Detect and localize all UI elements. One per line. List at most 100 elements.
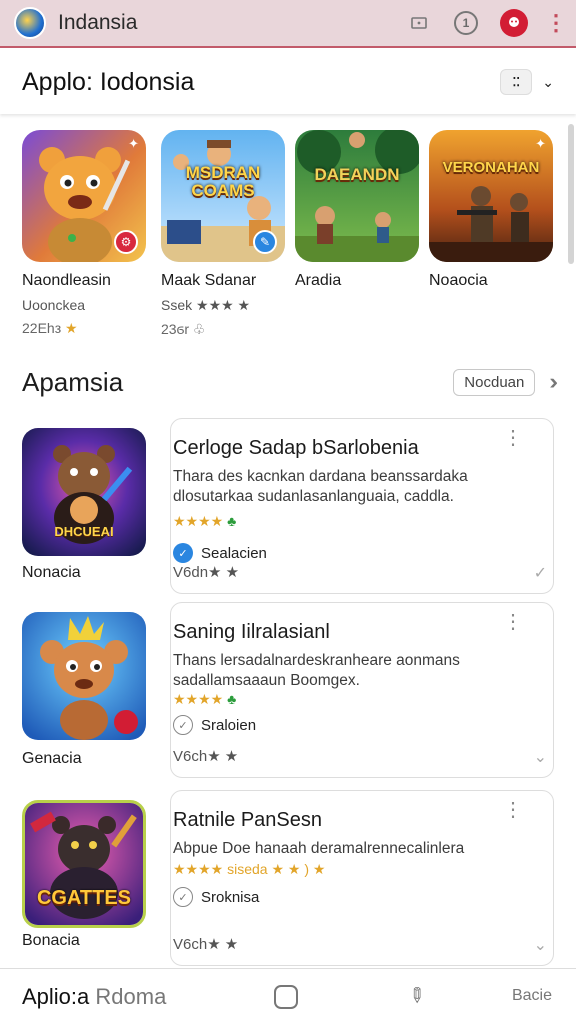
list-rating: ★★★★ siseda ★ ★ ) ★ — [173, 861, 325, 878]
bottom-bar-title[interactable]: Aplio:a Rdoma — [22, 984, 166, 1010]
rating-stars: ★★★★ siseda ★ ★ ) ★ — [173, 861, 326, 877]
sparkle-icon: ✦ — [535, 136, 546, 151]
section-header: Apamsia Nocduan ›› — [22, 362, 557, 402]
see-more-button[interactable]: Nocduan — [453, 368, 536, 396]
featured-app-icon[interactable]: ✦ ⚙ — [22, 130, 146, 262]
more-vertical-icon[interactable]: ⋮ — [545, 10, 567, 36]
featured-size: 23ϭr ♧ — [161, 321, 291, 338]
list-app-icon[interactable]: DHCUEAI — [22, 428, 146, 556]
section-title: Apamsia — [22, 366, 124, 397]
top-bar-icons: 1 ⋮ — [406, 9, 567, 37]
checkmark-icon[interactable]: ⌄ — [534, 935, 547, 955]
featured-name: Aradia — [295, 272, 342, 289]
list-icon-banner: CGATTES — [36, 887, 132, 909]
clock-icon[interactable]: 1 — [454, 11, 478, 35]
list-meta: V6ch★ ★ — [173, 748, 239, 765]
featured-card[interactable]: MSDRAN COAMS ✎ Maak Sdanar Ssek ★★★ ★ 23… — [161, 130, 291, 338]
bottom-bar: Aplio:a Rdoma ✎ Bacie — [0, 968, 576, 1024]
checkmark-icon[interactable]: ✓ — [534, 563, 547, 583]
list-app-icon[interactable] — [22, 612, 146, 740]
list-description: Thans lersadalnardeskranheare aonmans sa… — [173, 652, 460, 689]
bottom-bar-right-button[interactable]: Bacie — [512, 987, 552, 1005]
app-badge-icon: ⚙ — [114, 230, 138, 254]
app-root: Indansia 1 ⋮ Applo: Iodonsia ⁚⁚ ⌄ ✦ ⚙ Na… — [0, 0, 576, 1024]
list-detail-card[interactable]: Cerloge Sadap bSarlobenia ⋮ Thara des ka… — [170, 418, 554, 594]
verified-icon: ✓ — [173, 715, 193, 735]
top-bar-title: Indansia — [58, 11, 138, 34]
list-app-name: Genacia — [22, 750, 82, 767]
rating-stars: ★★★★ — [173, 691, 224, 707]
verified-icon: ✓ — [173, 543, 193, 563]
list-tag[interactable]: ✓ Sroknisa — [173, 887, 259, 907]
featured-app-icon[interactable]: VERONAHAN ✦ — [429, 130, 553, 262]
leaf-icon: ♣ — [227, 513, 237, 529]
featured-card[interactable]: ✦ ⚙ Naondleasin Uoonckea 22Ehз ★ — [22, 130, 152, 337]
app-badge-icon: ✎ — [253, 230, 277, 254]
top-bar: Indansia 1 ⋮ — [0, 0, 576, 48]
bottom-bar-title-b: Rdoma — [95, 983, 167, 1009]
list-app-name: Bonacia — [22, 932, 80, 949]
more-vertical-icon[interactable]: ⋮ — [503, 428, 523, 448]
list-icon-banner: DHCUEAI — [54, 524, 114, 539]
list-tag-label: Sraloien — [201, 716, 257, 734]
featured-card[interactable]: DAEANDN Aradia — [295, 130, 425, 290]
featured-banner: VERONAHAN — [442, 159, 540, 176]
list-meta: V6ch★ ★ — [173, 936, 239, 953]
verified-icon: ✓ — [173, 887, 193, 907]
list-item[interactable]: CGATTES Bonacia Ratnile PanSesn ⋮ Abpue … — [22, 790, 554, 980]
featured-banner: MSDRAN COAMS — [185, 163, 261, 200]
list-title: Cerloge Sadap bSarlobenia — [173, 437, 419, 459]
featured-app-icon[interactable]: MSDRAN COAMS ✎ — [161, 130, 285, 262]
featured-size: 22Ehз ★ — [22, 320, 152, 337]
profile-icon[interactable] — [500, 9, 528, 37]
list-tag[interactable]: ✓ Sealacien — [173, 543, 267, 563]
list-rating: ★★★★ ♣ — [173, 691, 236, 708]
featured-subtitle: Uoonckea — [22, 297, 86, 313]
edit-icon[interactable]: ✎ — [402, 981, 432, 1011]
controller-icon: ♧ — [192, 321, 206, 337]
app-logo-icon[interactable] — [14, 7, 46, 39]
featured-row: ✦ ⚙ Naondleasin Uoonckea 22Ehз ★ MSDRAN … — [22, 130, 562, 350]
featured-app-icon[interactable]: DAEANDN — [295, 130, 419, 262]
list-tag-label: Sroknisa — [201, 888, 260, 906]
view-toggle-button[interactable]: ⁚⁚ ⌄ — [500, 69, 554, 95]
list-item[interactable]: Genacia Saning Iilralasianl ⋮ Thans lers… — [22, 602, 554, 792]
scrollbar[interactable] — [568, 124, 574, 264]
list-description: Thara des kacnkan dardana beanssardaka d… — [173, 468, 468, 505]
featured-card[interactable]: VERONAHAN ✦ Noaocia — [429, 130, 559, 290]
chevron-down-icon: ⌄ — [542, 73, 554, 90]
rating-stars: ★★★★ — [173, 513, 224, 529]
list-rating: ★★★★ ♣ — [173, 513, 236, 530]
list-app-name: Nonacia — [22, 564, 81, 581]
list-app-icon[interactable]: CGATTES — [22, 800, 146, 928]
featured-banner: DAEANDN — [314, 165, 400, 184]
grid-icon: ⁚⁚ — [500, 69, 533, 95]
list-item[interactable]: DHCUEAI Nonacia Cerloge Sadap bSarlobeni… — [22, 418, 554, 608]
list-title: Ratnile PanSesn — [173, 809, 322, 831]
list-meta: V6dn★ ★ — [173, 564, 240, 581]
home-icon[interactable] — [274, 985, 298, 1009]
page-title: Applo: Iodonsia — [22, 67, 195, 96]
featured-name: Noaocia — [429, 272, 488, 289]
featured-size-text: 23ϭr — [161, 321, 189, 337]
tv-icon[interactable] — [406, 10, 432, 36]
page-header: Applo: Iodonsia ⁚⁚ ⌄ — [0, 50, 576, 114]
checkmark-icon[interactable]: ⌄ — [534, 747, 547, 767]
featured-name: Maak Sdanar — [161, 272, 257, 289]
list-detail-card[interactable]: Ratnile PanSesn ⋮ Abpue Doe hanaah deram… — [170, 790, 554, 966]
list-tag[interactable]: ✓ Sraloien — [173, 715, 256, 735]
list-detail-card[interactable]: Saning Iilralasianl ⋮ Thans lersadalnard… — [170, 602, 554, 778]
sparkle-icon: ✦ — [128, 136, 139, 151]
list-title: Saning Iilralasianl — [173, 621, 330, 643]
more-vertical-icon[interactable]: ⋮ — [503, 612, 523, 632]
list-description: Abpue Doe hanaah deramalrennecalinlera — [173, 840, 465, 857]
list-tag-label: Sealacien — [201, 544, 267, 562]
featured-size-text: 22Ehз — [22, 320, 62, 336]
leaf-icon: ♣ — [227, 691, 237, 707]
bottom-bar-title-a: Aplio:a — [22, 983, 90, 1009]
featured-name: Naondleasin — [22, 272, 111, 289]
rating-star-icon: ★ — [65, 320, 78, 336]
featured-subtitle: Ssek ★★★ ★ — [161, 297, 251, 313]
more-vertical-icon[interactable]: ⋮ — [503, 800, 523, 820]
double-chevron-right-icon[interactable]: ›› — [549, 369, 557, 395]
